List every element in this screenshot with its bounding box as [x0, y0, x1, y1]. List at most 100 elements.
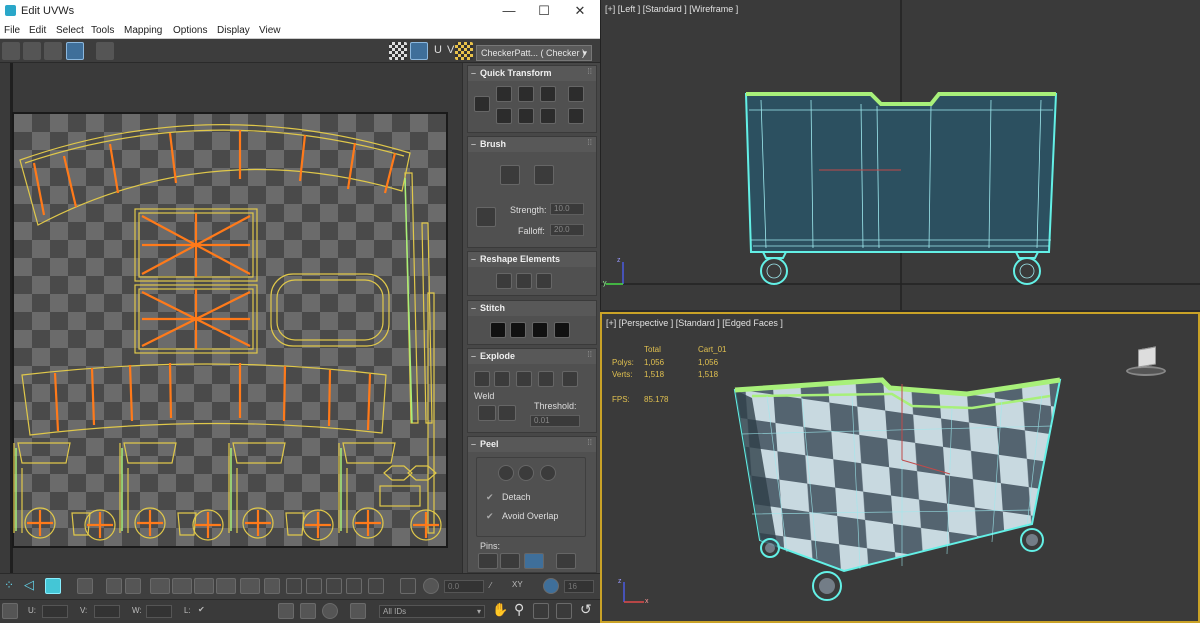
loop-icon[interactable]: [150, 578, 170, 594]
grid-field[interactable]: 16: [564, 580, 594, 593]
zoom-icon[interactable]: ⚲: [514, 601, 524, 618]
rotate-ccw-icon[interactable]: [540, 86, 556, 102]
threshold-spinner[interactable]: 0.01: [530, 415, 580, 427]
vertex-mode-icon[interactable]: ⁘: [4, 578, 14, 592]
hide-icon[interactable]: [300, 603, 316, 619]
brush-icon[interactable]: [286, 578, 302, 594]
rotate-cw-icon[interactable]: [540, 108, 556, 124]
peel-header[interactable]: Peel: [468, 437, 596, 452]
pin-add-icon[interactable]: [478, 553, 498, 569]
u-field[interactable]: [42, 605, 68, 618]
texture-dropdown[interactable]: CheckerPatt... ( Checker ) ▾: [476, 45, 592, 61]
falloff-curve-icon[interactable]: ⁄: [490, 581, 491, 590]
move-icon[interactable]: [2, 42, 20, 60]
stitch-source-icon[interactable]: [490, 322, 506, 338]
brush-shrink-icon[interactable]: [326, 578, 342, 594]
polygon-mode-icon[interactable]: [45, 578, 61, 594]
absolute-mode-icon[interactable]: [2, 603, 18, 619]
align-h-icon[interactable]: [496, 86, 512, 102]
xy-label[interactable]: XY: [512, 580, 523, 589]
peel-mode-icon[interactable]: [518, 465, 534, 481]
mirror-icon[interactable]: [96, 42, 114, 60]
brush-size-icon[interactable]: [476, 207, 496, 227]
element-mode-icon[interactable]: [77, 578, 93, 594]
align-icon[interactable]: [474, 96, 490, 112]
uv-island-top-strip[interactable]: [19, 124, 411, 226]
weld-target-icon[interactable]: [498, 405, 516, 421]
flatten-icon[interactable]: [516, 371, 532, 387]
undo-icon[interactable]: ↺: [580, 601, 592, 618]
rotate-icon[interactable]: [23, 42, 41, 60]
select-flipped-icon[interactable]: [400, 578, 416, 594]
lock-check-icon[interactable]: ✔: [198, 605, 205, 614]
cube-icon[interactable]: [536, 273, 552, 289]
uv-axis-label[interactable]: U V: [434, 44, 455, 56]
menu-display[interactable]: Display: [217, 25, 250, 36]
menu-mapping[interactable]: Mapping: [124, 25, 162, 36]
paint-select-icon[interactable]: [264, 578, 280, 594]
break-icon[interactable]: [474, 371, 490, 387]
angle-field[interactable]: 0.0: [444, 580, 484, 593]
filter-icon[interactable]: [350, 603, 366, 619]
stitch-custom-icon[interactable]: [554, 322, 570, 338]
center-pivot-icon[interactable]: [568, 108, 584, 124]
quick-transform-header[interactable]: Quick Transform: [468, 66, 596, 81]
grow-select-icon[interactable]: [106, 578, 122, 594]
v-field[interactable]: [94, 605, 120, 618]
pin-select-icon[interactable]: [556, 553, 576, 569]
brush-header[interactable]: Brush: [468, 137, 596, 152]
paint-brush-icon[interactable]: [500, 165, 520, 185]
detach-checkbox[interactable]: ✔: [486, 492, 494, 503]
select-overlap-icon[interactable]: [368, 578, 384, 594]
w-field[interactable]: [146, 605, 172, 618]
minimize-button[interactable]: —: [494, 2, 524, 20]
quick-peel-icon[interactable]: [498, 465, 514, 481]
select-by-smoothing-icon[interactable]: [346, 578, 362, 594]
reshape-header[interactable]: Reshape Elements: [468, 252, 596, 267]
snap-icon[interactable]: [543, 578, 559, 594]
zoom-region-icon[interactable]: [533, 603, 549, 619]
stitch-target-icon[interactable]: [510, 322, 526, 338]
reset-peel-icon[interactable]: [540, 465, 556, 481]
menu-options[interactable]: Options: [173, 25, 207, 36]
avoid-overlap-checkbox[interactable]: ✔: [486, 511, 494, 522]
viewport-perspective[interactable]: [+] [Perspective ] [Standard ] [Edged Fa…: [600, 312, 1200, 623]
flatten-smooth-icon[interactable]: [562, 371, 578, 387]
straighten-icon[interactable]: [496, 273, 512, 289]
weld-selected-icon[interactable]: [478, 405, 496, 421]
visibility-icon[interactable]: [322, 603, 338, 619]
align-v-icon[interactable]: [518, 86, 534, 102]
uv-island-base[interactable]: [270, 273, 390, 347]
edge-sel-icon[interactable]: [194, 578, 214, 594]
stitch-header[interactable]: Stitch: [468, 301, 596, 316]
uv-islands[interactable]: [0, 63, 462, 573]
close-button[interactable]: ✕: [565, 2, 595, 20]
explode-header[interactable]: Explode: [468, 349, 596, 364]
edge-mode-icon[interactable]: ◁: [24, 577, 34, 593]
checker-toggle-icon[interactable]: [389, 42, 407, 60]
ring-icon[interactable]: [172, 578, 192, 594]
lock-icon[interactable]: [278, 603, 294, 619]
viewcube-icon[interactable]: [1122, 344, 1170, 378]
pan-icon[interactable]: ✋: [492, 602, 508, 618]
space-v-icon[interactable]: [518, 108, 534, 124]
menu-file[interactable]: File: [4, 25, 20, 36]
stitch-average-icon[interactable]: [532, 322, 548, 338]
shrink-select-icon[interactable]: [125, 578, 141, 594]
pin-auto-icon[interactable]: [524, 553, 544, 569]
menu-tools[interactable]: Tools: [91, 25, 114, 36]
zoom-extents-icon[interactable]: [556, 603, 572, 619]
freeform-icon[interactable]: [66, 42, 84, 60]
falloff-spinner[interactable]: 20.0: [550, 224, 584, 236]
scale-icon[interactable]: [44, 42, 62, 60]
detach-edge-icon[interactable]: [494, 371, 510, 387]
ring-uv-icon[interactable]: [240, 578, 260, 594]
loop-uv-icon[interactable]: [216, 578, 236, 594]
flatten-by-mat-icon[interactable]: [538, 371, 554, 387]
ids-dropdown[interactable]: All IDs ▾: [379, 605, 485, 618]
menu-view[interactable]: View: [259, 25, 281, 36]
soft-select-icon[interactable]: [423, 578, 439, 594]
pivot-icon[interactable]: [568, 86, 584, 102]
pin-remove-icon[interactable]: [500, 553, 520, 569]
brush-grow-icon[interactable]: [306, 578, 322, 594]
